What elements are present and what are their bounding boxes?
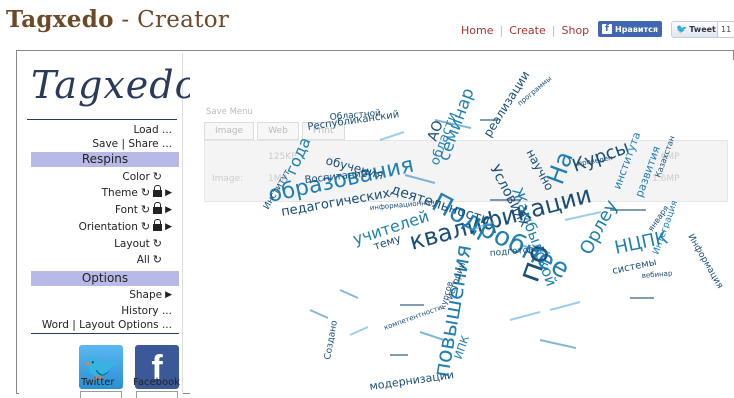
facebook-label: Facebook	[133, 377, 180, 388]
size-option[interactable]: 1.6MP	[652, 174, 680, 184]
refresh-icon: ↻	[140, 220, 151, 233]
sidebar-divider	[31, 333, 179, 334]
color-respin[interactable]: Color ↻	[122, 170, 162, 183]
save-share-menu-item[interactable]: Save | Share ...	[92, 138, 172, 150]
all-label: All	[136, 253, 150, 266]
nav-create-link[interactable]: Create	[503, 24, 552, 37]
save-image-label: Image:	[212, 174, 244, 184]
theme-label: Theme	[101, 186, 138, 199]
top-bar: Tagxedo - Creator Home | Create | Shop f Нр…	[0, 0, 734, 46]
refresh-icon: ↻	[152, 253, 162, 266]
twitter-label: Twitter	[81, 377, 115, 388]
font-label: Font	[114, 203, 138, 216]
twitter-bird-icon: 🐦	[676, 24, 688, 35]
play-icon[interactable]: ▶	[165, 205, 172, 215]
sidebar: Tagxedo Load ... Save | Share ... Respin…	[19, 53, 199, 398]
extra-share-button[interactable]	[136, 391, 178, 398]
font-respin[interactable]: Font ↻ ▶	[114, 202, 172, 216]
title-sep: -	[113, 7, 138, 33]
save-menu-header: Save Menu	[206, 107, 253, 117]
nav-home-link[interactable]: Home	[455, 24, 499, 37]
title-main: Tagxedo	[6, 6, 114, 33]
orientation-label: Orientation	[78, 220, 138, 233]
all-respin[interactable]: All ↻	[137, 253, 162, 266]
play-icon: ▶	[165, 290, 172, 300]
tweet-count: 11	[717, 21, 734, 38]
nav-shop-link[interactable]: Shop	[555, 24, 595, 37]
theme-respin[interactable]: Theme ↻ ▶	[101, 185, 172, 199]
size-option[interactable]: 1MP	[268, 174, 287, 184]
tweet-label: Tweet	[689, 25, 716, 34]
lock-icon[interactable]	[153, 219, 163, 231]
word-layout-options-menu-item[interactable]: Word | Layout Options ...	[42, 319, 172, 331]
layout-respin[interactable]: Layout ↻	[114, 237, 162, 250]
save-menu-ghost: Save Menu Image Web Print Image: 125KP 1…	[200, 104, 730, 202]
refresh-icon: ↻	[152, 237, 162, 250]
facebook-icon: f	[602, 24, 612, 34]
facebook-like-label: Нравится	[615, 24, 659, 34]
refresh-icon: ↻	[140, 203, 151, 216]
top-nav: Home | Create | Shop	[455, 24, 595, 37]
tab-image[interactable]: Image	[204, 122, 255, 140]
lock-icon[interactable]	[153, 185, 163, 197]
tab-web[interactable]: Web	[257, 122, 299, 140]
facebook-like-button[interactable]: f Нравится	[598, 21, 663, 37]
shape-label: Shape	[129, 289, 163, 301]
title-sub: Creator	[137, 7, 230, 33]
play-icon[interactable]: ▶	[165, 222, 172, 232]
tweet-button[interactable]: 🐦 Tweet	[671, 21, 721, 38]
save-menu-panel	[204, 140, 728, 202]
extra-share-button[interactable]	[80, 391, 122, 398]
orientation-respin[interactable]: Orientation ↻ ▶	[78, 219, 172, 233]
color-label: Color	[122, 170, 150, 183]
tagxedo-logo: Tagxedo	[31, 63, 199, 107]
lock-icon[interactable]	[153, 202, 163, 214]
respins-section-header: Respins	[31, 152, 179, 167]
history-menu-item[interactable]: History ...	[121, 305, 172, 317]
play-icon[interactable]: ▶	[165, 188, 172, 198]
refresh-icon: ↻	[140, 186, 151, 199]
size-option[interactable]: 1.6MP	[652, 152, 680, 162]
layout-label: Layout	[114, 237, 150, 250]
options-section-header: Options	[31, 271, 179, 286]
shape-menu-item[interactable]: Shape ▶	[129, 289, 172, 301]
page-title: Tagxedo - Creator	[6, 6, 229, 33]
save-menu-tabs: Image Web Print	[204, 122, 345, 140]
refresh-icon: ↻	[152, 170, 162, 183]
load-menu-item[interactable]: Load ...	[133, 124, 172, 136]
tab-print[interactable]: Print	[301, 122, 345, 140]
logo-underline	[27, 119, 177, 120]
size-option[interactable]: 125KP	[268, 152, 297, 162]
